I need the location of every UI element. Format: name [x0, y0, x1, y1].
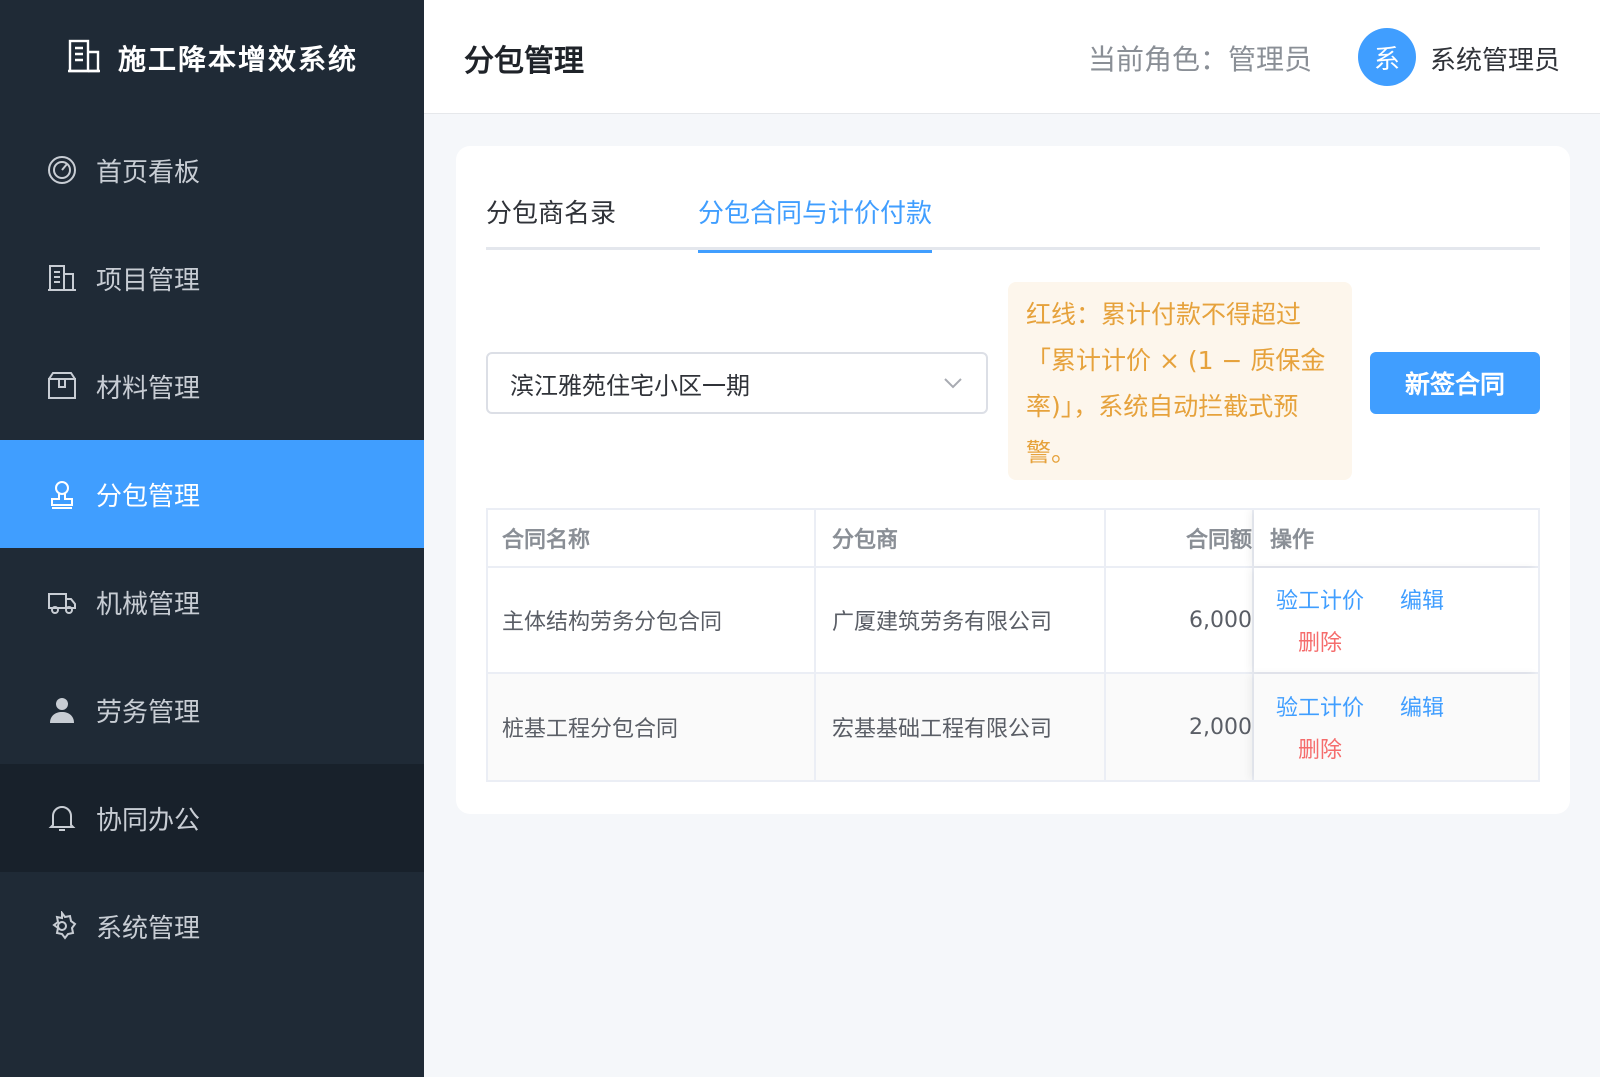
contracts-table: 合同名称 分包商 合同额 操作 主体结构劳务分包合同 广厦建筑劳务有限公司 6,…: [486, 508, 1540, 782]
tab-subcontractor-directory[interactable]: 分包商名录: [486, 196, 616, 250]
sidebar-item-label: 协同办公: [96, 805, 201, 836]
sidebar-item-label: 机械管理: [96, 589, 201, 620]
content-card: 分包商名录 分包合同与计价付款 滨江雅苑住宅小区一期 红线：累计付款不得超过「累…: [456, 146, 1570, 814]
new-contract-button[interactable]: 新签合同: [1370, 352, 1540, 414]
sidebar-nav: 首页看板 项目管理 材料管理 分包管理 机械管理 劳务管理 协同办公 系统管理: [0, 116, 424, 980]
delete-link[interactable]: 删除: [1298, 732, 1342, 764]
sidebar-item-subcontract[interactable]: 分包管理: [0, 440, 424, 548]
column-header: 分包商: [816, 510, 1106, 566]
sidebar-item-label: 材料管理: [96, 373, 201, 404]
project-select-value: 滨江雅苑住宅小区一期: [510, 371, 750, 400]
contract-amount: 6,000: [1106, 568, 1254, 672]
sidebar-item-projects[interactable]: 项目管理: [0, 224, 424, 332]
username[interactable]: 系统管理员: [1430, 40, 1560, 77]
top-header: 分包管理 当前角色：管理员 系 系统管理员: [424, 0, 1600, 114]
brand: 施工降本增效系统: [0, 0, 424, 116]
building-icon: [46, 262, 78, 294]
measure-valuation-link[interactable]: 验工计价: [1276, 690, 1364, 722]
app-title: 施工降本增效系统: [117, 43, 358, 76]
user-icon: [46, 694, 78, 726]
sidebar-item-labor[interactable]: 劳务管理: [0, 656, 424, 764]
page-title: 分包管理: [464, 44, 584, 79]
gear-icon: [46, 910, 78, 942]
edit-link[interactable]: 编辑: [1400, 690, 1444, 722]
table-header: 合同名称 分包商 合同额 操作: [488, 510, 1538, 568]
subcontractor: 广厦建筑劳务有限公司: [816, 568, 1106, 672]
contract-name: 桩基工程分包合同: [488, 674, 816, 780]
row-actions: 验工计价 编辑 删除: [1254, 568, 1538, 672]
sidebar-item-dashboard[interactable]: 首页看板: [0, 116, 424, 224]
bell-icon: [46, 802, 78, 834]
column-header: 操作: [1254, 510, 1538, 566]
contract-amount: 2,000: [1106, 674, 1254, 780]
sidebar-item-system[interactable]: 系统管理: [0, 872, 424, 980]
sidebar-item-label: 分包管理: [96, 481, 201, 512]
table-row: 主体结构劳务分包合同 广厦建筑劳务有限公司 6,000 验工计价 编辑 删除: [488, 568, 1538, 674]
building-logo-icon: [66, 38, 102, 78]
box-icon: [46, 370, 78, 402]
column-header: 合同名称: [488, 510, 816, 566]
dashboard-icon: [46, 154, 78, 186]
sidebar: 施工降本增效系统 首页看板 项目管理 材料管理 分包管理 机械管理 劳务管理 协…: [0, 0, 424, 1077]
current-role: 当前角色：管理员: [1088, 43, 1313, 76]
sidebar-item-materials[interactable]: 材料管理: [0, 332, 424, 440]
table-row: 桩基工程分包合同 宏基基础工程有限公司 2,000 验工计价 编辑 删除: [488, 674, 1538, 780]
sidebar-item-office[interactable]: 协同办公: [0, 764, 424, 872]
sidebar-item-machinery[interactable]: 机械管理: [0, 548, 424, 656]
avatar[interactable]: 系: [1358, 28, 1416, 86]
sidebar-item-label: 项目管理: [96, 265, 201, 296]
redline-warning: 红线：累计付款不得超过「累计计价 × (1 − 质保金率)」，系统自动拦截式预警…: [1008, 282, 1352, 480]
contract-name: 主体结构劳务分包合同: [488, 568, 816, 672]
truck-icon: [46, 586, 78, 618]
sidebar-item-label: 首页看板: [96, 157, 201, 188]
subcontractor: 宏基基础工程有限公司: [816, 674, 1106, 780]
row-actions: 验工计价 编辑 删除: [1254, 674, 1538, 780]
edit-link[interactable]: 编辑: [1400, 583, 1444, 615]
delete-link[interactable]: 删除: [1298, 625, 1342, 657]
column-header: 合同额: [1106, 510, 1254, 566]
tab-contracts-payments[interactable]: 分包合同与计价付款: [698, 196, 933, 253]
chevron-down-icon: [942, 372, 964, 400]
tab-bar: 分包商名录 分包合同与计价付款: [486, 196, 1540, 253]
project-select[interactable]: 滨江雅苑住宅小区一期: [486, 352, 988, 414]
sidebar-item-label: 系统管理: [96, 913, 201, 944]
sidebar-item-label: 劳务管理: [96, 697, 201, 728]
measure-valuation-link[interactable]: 验工计价: [1276, 583, 1364, 615]
stamp-icon: [46, 478, 78, 510]
